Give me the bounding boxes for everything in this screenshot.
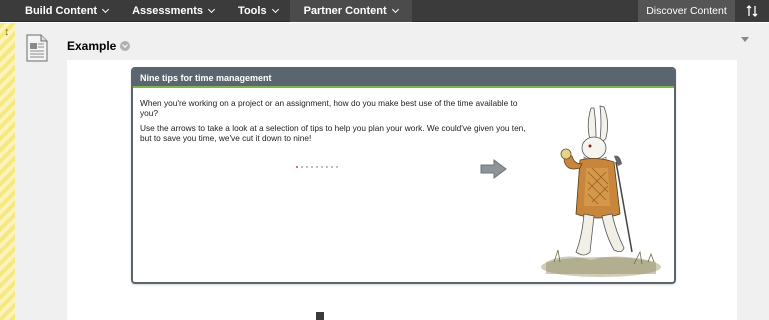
document-icon [26, 34, 48, 62]
build-content-menu[interactable]: Build Content [0, 0, 120, 22]
pagination-dot[interactable] [316, 166, 318, 168]
pagination-dots [296, 166, 338, 168]
assessments-menu[interactable]: Assessments [120, 0, 226, 22]
card-paragraph-1: When you're working on a project or an a… [140, 98, 518, 118]
pagination-dot[interactable] [336, 166, 338, 168]
pagination-dot[interactable] [301, 166, 303, 168]
tools-menu[interactable]: Tools [226, 0, 290, 22]
discover-content-button[interactable]: Discover Content [638, 0, 735, 22]
pagination-dot[interactable] [326, 166, 328, 168]
build-content-label: Build Content [25, 4, 98, 17]
assessments-label: Assessments [132, 4, 204, 17]
arrow-right-icon[interactable] [479, 158, 509, 180]
partner-content-label: Partner Content [303, 4, 387, 17]
partner-content-menu[interactable]: Partner Content [289, 0, 412, 22]
item-title[interactable]: Example [67, 39, 131, 53]
chevron-down-icon [391, 5, 399, 13]
pagination-dot[interactable] [331, 166, 333, 168]
drag-handle-icon[interactable]: ↕ [4, 27, 10, 38]
pagination-dot[interactable] [321, 166, 323, 168]
pagination-dot[interactable] [296, 166, 298, 168]
edit-mode-stripe: ↕ [0, 23, 15, 320]
white-rabbit-illustration [541, 105, 661, 277]
pagination-dot[interactable] [306, 166, 308, 168]
pagination-dot[interactable] [311, 166, 313, 168]
sort-arrows-icon-graphic [746, 4, 758, 17]
item-title-text: Example [67, 39, 117, 53]
chevron-down-icon [208, 5, 216, 13]
item-body: Nine tips for time management When you'r… [67, 60, 737, 320]
tools-label: Tools [238, 4, 267, 17]
collapse-triangle-icon[interactable] [741, 37, 749, 42]
card-paragraph-2: Use the arrows to take a look at a selec… [140, 123, 526, 143]
card-header: Nine tips for time management [133, 69, 674, 88]
sort-arrows-icon[interactable] [735, 0, 769, 22]
chevron-down-icon [102, 5, 110, 13]
content-area: Example Nine tips for time management Wh… [15, 23, 769, 320]
card-text: When you're working on a project or an a… [140, 98, 535, 148]
card-title: Nine tips for time management [140, 72, 272, 83]
bottom-dark-element [316, 312, 324, 320]
discover-content-label: Discover Content [646, 4, 727, 17]
content-toolbar: Build Content Assessments Tools Partner … [0, 0, 769, 22]
options-chevron-icon[interactable] [120, 41, 131, 51]
embedded-card: Nine tips for time management When you'r… [131, 67, 676, 284]
chevron-down-icon [271, 5, 279, 13]
